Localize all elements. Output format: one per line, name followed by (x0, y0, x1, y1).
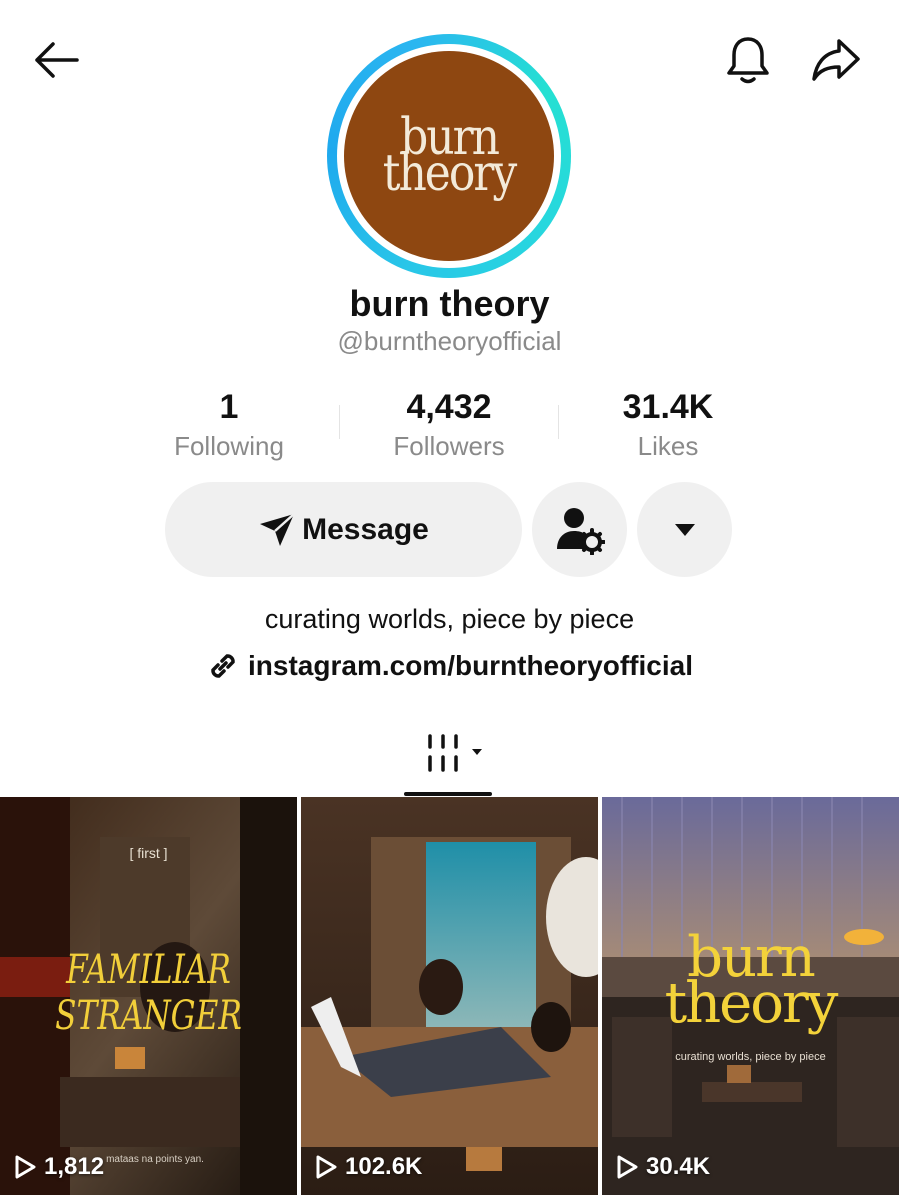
message-button-label: Message (302, 512, 429, 546)
profile-bio: curating worlds, piece by piece (264, 604, 635, 634)
link-icon (211, 654, 235, 678)
video-thumbnail[interactable]: 102.6K (301, 797, 598, 1195)
active-tab-indicator (404, 792, 492, 796)
username-handle: @burntheoryofficial (337, 326, 562, 356)
video-overlay-caption: curating worlds, piece by piece (675, 1051, 826, 1063)
stat-likes-label: Likes (637, 431, 699, 461)
send-icon (260, 512, 295, 546)
avatar[interactable]: burn theory (327, 34, 571, 278)
user-settings-button[interactable] (532, 482, 627, 577)
play-icon (15, 1155, 36, 1179)
view-count-value: 1,812 (44, 1153, 105, 1180)
video-thumbnail[interactable]: burn theory curating worlds, piece by pi… (602, 797, 899, 1195)
avatar-logo-line2: theory (382, 144, 517, 203)
profile-link-text: instagram.com/burntheoryofficial (248, 650, 693, 681)
view-count: 1,812 (14, 1153, 104, 1181)
tab-videos-grid[interactable] (420, 733, 490, 773)
video-overlay-title-line1: FAMILIAR (66, 947, 231, 993)
video-overlay-tag: [ first ] (129, 845, 168, 861)
video-overlay-caption: mataas na points yan. (106, 1154, 204, 1165)
video-overlay-title: FAMILIAR STRANGER (33, 947, 265, 1039)
stat-followers[interactable]: 4,432 Followers (354, 388, 544, 462)
play-icon (316, 1155, 337, 1179)
back-button[interactable] (26, 30, 86, 90)
share-button[interactable] (806, 30, 866, 90)
profile-link[interactable]: instagram.com/burntheoryofficial (0, 649, 899, 683)
stat-following-value: 1 (219, 388, 239, 426)
stat-divider (558, 405, 559, 439)
notifications-button[interactable] (718, 30, 778, 90)
view-count: 102.6K (315, 1153, 422, 1181)
caret-down-icon (674, 523, 695, 536)
stat-divider (339, 405, 340, 439)
stat-followers-label: Followers (393, 431, 505, 461)
stat-likes[interactable]: 31.4K Likes (573, 388, 763, 462)
stat-followers-value: 4,432 (406, 388, 492, 426)
message-button[interactable]: Message (165, 482, 522, 577)
video-overlay-title-line2: STRANGER (55, 993, 242, 1039)
avatar-inner: burn theory (337, 44, 561, 268)
share-icon (812, 39, 860, 81)
back-arrow-icon (35, 42, 79, 78)
video-thumbnail-image (301, 797, 598, 1195)
stat-following-label: Following (174, 431, 284, 461)
grid-icon (428, 734, 482, 772)
stat-likes-value: 31.4K (622, 388, 714, 426)
more-options-button[interactable] (637, 482, 732, 577)
play-icon (617, 1155, 638, 1179)
video-overlay-title-line2: theory (664, 971, 839, 1036)
avatar-logo: burn theory (344, 51, 554, 261)
display-name: burn theory (349, 283, 550, 324)
view-count: 30.4K (616, 1153, 710, 1181)
bell-icon (727, 37, 769, 84)
stat-following[interactable]: 1 Following (134, 388, 324, 462)
user-gear-icon (556, 507, 605, 555)
video-overlay-title: burn theory (602, 930, 899, 1036)
view-count-value: 102.6K (345, 1153, 423, 1180)
view-count-value: 30.4K (646, 1153, 711, 1180)
video-thumbnail[interactable]: [ first ] FAMILIAR STRANGER mataas na po… (0, 797, 297, 1195)
